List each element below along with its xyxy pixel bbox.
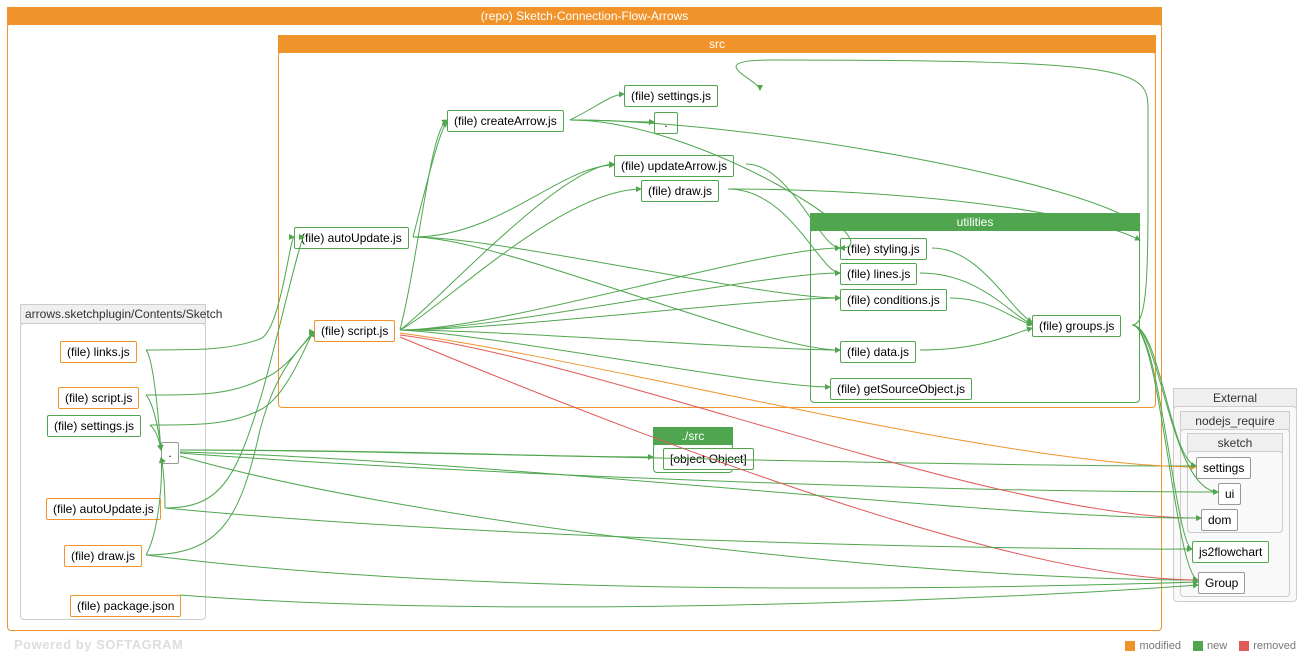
- legend: modified new removed: [1125, 640, 1296, 652]
- nodejs-require-header: nodejs_require: [1180, 411, 1290, 431]
- dot-src-utilities[interactable]: [object Object]: [663, 448, 754, 470]
- ext-js2flowchart[interactable]: js2flowchart: [1192, 541, 1269, 563]
- file-links-sp[interactable]: (file) links.js: [60, 341, 137, 363]
- file-script-src[interactable]: (file) script.js: [314, 320, 395, 342]
- legend-removed: removed: [1239, 640, 1296, 652]
- file-settings-sp[interactable]: (file) settings.js: [47, 415, 141, 437]
- file-groups[interactable]: (file) groups.js: [1032, 315, 1121, 337]
- ext-ui[interactable]: ui: [1218, 483, 1241, 505]
- legend-modified: modified: [1125, 640, 1181, 652]
- watermark: Powered by SOFTAGRAM: [14, 637, 183, 652]
- file-draw-sp[interactable]: (file) draw.js: [64, 545, 142, 567]
- file-autoUpdate-src[interactable]: (file) autoUpdate.js: [294, 227, 409, 249]
- file-createArrow[interactable]: (file) createArrow.js: [447, 110, 564, 132]
- file-styling[interactable]: (file) styling.js: [840, 238, 927, 260]
- file-autoUpdate-sp[interactable]: (file) autoUpdate.js: [46, 498, 161, 520]
- sketchplugin-header: arrows.sketchplugin/Contents/Sketch: [20, 304, 206, 324]
- file-script-sp[interactable]: (file) script.js: [58, 387, 139, 409]
- file-draw-src[interactable]: (file) draw.js: [641, 180, 719, 202]
- sketch-header: sketch: [1187, 433, 1283, 453]
- file-getSourceObject[interactable]: (file) getSourceObject.js: [830, 378, 972, 400]
- file-conditions[interactable]: (file) conditions.js: [840, 289, 947, 311]
- file-data[interactable]: (file) data.js: [840, 341, 916, 363]
- legend-new: new: [1193, 640, 1227, 652]
- ext-group[interactable]: Group: [1198, 572, 1245, 594]
- file-lines[interactable]: (file) lines.js: [840, 263, 917, 285]
- external-header: External: [1173, 388, 1297, 408]
- sketchplugin-region: [20, 323, 206, 620]
- file-settings-src[interactable]: (file) settings.js: [624, 85, 718, 107]
- ext-dom[interactable]: dom: [1201, 509, 1238, 531]
- file-updateArrow[interactable]: (file) updateArrow.js: [614, 155, 734, 177]
- file-package-json[interactable]: (file) package.json: [70, 595, 181, 617]
- file-settings-dot[interactable]: .: [654, 112, 678, 134]
- ext-settings[interactable]: settings: [1196, 457, 1251, 479]
- sketchplugin-dot[interactable]: .: [161, 442, 179, 464]
